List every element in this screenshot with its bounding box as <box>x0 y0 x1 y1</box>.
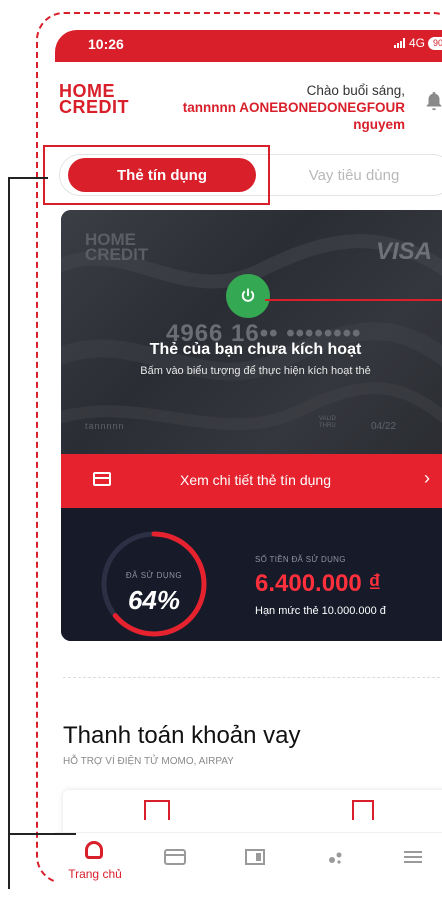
network-type: 4G <box>408 36 425 50</box>
amount-used-label: SỐ TIỀN ĐÃ SỬ DỤNG <box>255 555 346 564</box>
callout-line-bottom <box>8 833 76 835</box>
callout-line-vertical <box>8 177 10 889</box>
credit-card-panel: HOME CREDIT VISA 4966 16•• •••••••• Thẻ … <box>61 210 442 641</box>
card-holder: tannnnn <box>85 421 125 431</box>
used-label: ĐÃ SỬ DỤNG <box>125 571 183 580</box>
card-expiry: 04/22 <box>371 421 397 432</box>
pay-bill-icon[interactable] <box>144 800 170 820</box>
status-time: 10:26 <box>88 36 124 52</box>
pay-wallet-icon[interactable] <box>352 800 374 820</box>
card-brand-logo: HOME CREDIT <box>85 231 149 264</box>
card-face[interactable]: HOME CREDIT VISA 4966 16•• •••••••• Thẻ … <box>61 210 442 454</box>
payment-section-subtitle: HỖ TRỢ VÍ ĐIỆN TỬ MOMO, AIRPAY <box>63 756 234 767</box>
menu-icon[interactable] <box>401 847 425 867</box>
tab-consumer-loan[interactable]: Vay tiêu dùng <box>260 158 442 192</box>
visa-logo: VISA <box>375 238 432 265</box>
phone-screen: 10:26 4G 90 HOME CREDIT Chào buổi sáng, … <box>55 30 442 886</box>
usage-gauge <box>101 531 207 637</box>
greeting: Chào buổi sáng, tannnnn AONEBONEDONEGFOU… <box>175 82 405 133</box>
chevron-right-icon: › <box>424 468 430 488</box>
status-indicators: 4G 90 <box>393 36 442 50</box>
credit-limit: Hạn mức thẻ 10.000.000 đ <box>255 605 386 617</box>
card-details-button[interactable]: Xem chi tiết thẻ tín dụng › <box>61 454 442 508</box>
card-valid-label: VALID THRU <box>319 416 336 430</box>
bell-icon[interactable] <box>423 90 442 112</box>
tab-bar: Thẻ tín dụng Vay tiêu dùng <box>59 154 442 196</box>
home-icon <box>85 841 103 859</box>
battery-icon: 90 <box>427 36 442 50</box>
payment-section-title: Thanh toán khoản vay <box>63 722 301 749</box>
valid-label-1: VALID <box>319 416 336 422</box>
card-details-label: Xem chi tiết thẻ tín dụng <box>180 472 331 488</box>
book-icon[interactable] <box>243 847 267 867</box>
tab-credit-card[interactable]: Thẻ tín dụng <box>68 158 256 192</box>
valid-label-2: THRU <box>319 423 336 429</box>
callout-line-top <box>8 177 48 179</box>
activate-card-button[interactable] <box>226 274 270 318</box>
signal-icon <box>393 38 406 48</box>
power-icon <box>241 288 255 302</box>
nav-home-label: Trang chủ <box>68 867 122 881</box>
card-icon[interactable] <box>163 847 187 867</box>
logo-line-2: CREDIT <box>59 97 129 117</box>
status-bar: 10:26 4G 90 <box>55 30 442 62</box>
usage-summary: ĐÃ SỬ DỤNG 64% SỐ TIỀN ĐÃ SỬ DỤNG 6.400.… <box>61 508 442 641</box>
card-brand-line-2: CREDIT <box>85 245 149 264</box>
activate-pointer-line <box>265 299 442 301</box>
bottom-nav: Trang chủ <box>55 832 442 886</box>
home-credit-logo: HOME CREDIT <box>59 82 129 117</box>
nav-home[interactable]: Trang chủ <box>55 833 135 886</box>
card-status-title: Thẻ của bạn chưa kích hoạt <box>149 341 362 358</box>
greeting-label: Chào buổi sáng, <box>306 83 405 98</box>
user-name: tannnnn AONEBONEDONEGFOUR nguyem <box>182 100 405 132</box>
amount-used-value: 6.400.000 ₫ <box>255 570 381 597</box>
section-divider <box>63 677 442 678</box>
dots-icon[interactable] <box>323 847 347 867</box>
used-percent: 64% <box>127 585 181 615</box>
card-status-subtitle: Bấm vào biểu tượng để thực hiện kích hoạ… <box>140 365 371 377</box>
